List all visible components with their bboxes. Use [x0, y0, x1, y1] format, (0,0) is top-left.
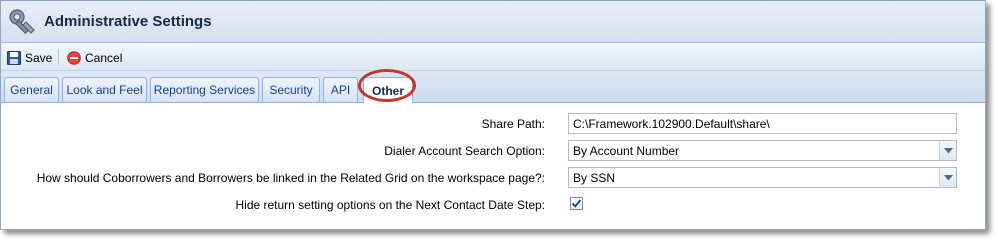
dialer-search-select[interactable]: By Account Number — [568, 140, 957, 161]
share-path-input[interactable] — [568, 113, 957, 134]
tab-reporting-services[interactable]: Reporting Services — [150, 77, 259, 102]
cancel-label: Cancel — [85, 50, 123, 65]
tab-api[interactable]: API — [323, 77, 358, 102]
tab-label: Reporting Services — [153, 83, 256, 97]
tab-label: General — [10, 83, 53, 97]
tab-label: API — [330, 83, 351, 97]
checkmark-icon — [571, 199, 582, 208]
tab-security[interactable]: Security — [262, 77, 320, 102]
tab-other[interactable]: Other — [363, 77, 413, 103]
chevron-down-icon[interactable] — [939, 168, 956, 187]
share-path-row: Share Path: — [1, 113, 985, 135]
save-label: Save — [25, 50, 53, 65]
coborrower-link-label: How should Coborrowers and Borrowers be … — [36, 171, 545, 185]
window-title: Administrative Settings — [44, 13, 212, 30]
coborrower-link-value: By SSN — [573, 171, 616, 185]
tab-general[interactable]: General — [4, 77, 59, 102]
admin-settings-window: Administrative Settings Save Cancel Gene… — [0, 0, 986, 230]
share-path-label: Share Path: — [481, 117, 545, 131]
coborrower-link-select[interactable]: By SSN — [568, 167, 957, 188]
hide-return-row: Hide return setting options on the Next … — [1, 194, 985, 216]
dialer-search-row: Dialer Account Search Option: By Account… — [1, 140, 985, 162]
dialer-search-value: By Account Number — [573, 144, 680, 158]
coborrower-link-row: How should Coborrowers and Borrowers be … — [1, 167, 985, 189]
toolbar: Save Cancel — [1, 43, 985, 71]
toolbar-separator — [58, 49, 59, 65]
hide-return-checkbox[interactable] — [570, 197, 583, 210]
floppy-disk-icon — [7, 50, 21, 65]
tab-label: Look and Feel — [66, 83, 143, 97]
save-button[interactable]: Save — [7, 49, 52, 66]
dialer-search-label: Dialer Account Search Option: — [384, 144, 545, 158]
tab-look-and-feel[interactable]: Look and Feel — [62, 77, 147, 102]
tab-label: Other — [371, 83, 404, 98]
tab-strip: General Look and Feel Reporting Services… — [1, 71, 985, 103]
cancel-button[interactable]: Cancel — [67, 49, 122, 66]
chevron-down-icon[interactable] — [939, 141, 956, 160]
cancel-circle-icon — [67, 50, 81, 65]
wrench-gear-icon — [9, 9, 35, 35]
title-bar: Administrative Settings — [1, 1, 985, 43]
tab-label: Security — [269, 83, 313, 97]
hide-return-label: Hide return setting options on the Next … — [235, 198, 545, 212]
